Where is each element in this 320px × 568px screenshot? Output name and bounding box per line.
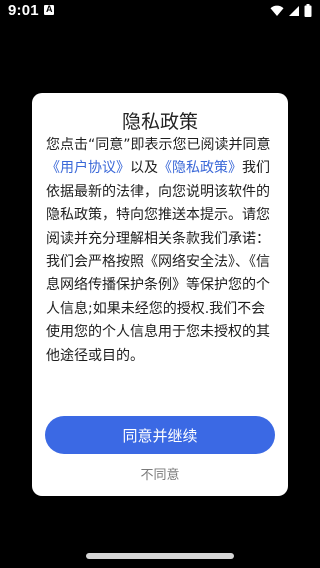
- status-time: 9:01: [8, 2, 39, 19]
- body-intro-text: 您点击“同意”即表示您已阅读并同意: [46, 137, 271, 153]
- navigation-handle[interactable]: [86, 553, 234, 559]
- notification-letter: A: [46, 4, 53, 14]
- user-agreement-link[interactable]: 《用户协议》: [46, 160, 130, 176]
- privacy-dialog: 隐私政策 您点击“同意”即表示您已阅读并同意《用户协议》以及《隐私政策》我们依据…: [32, 93, 288, 496]
- agree-button[interactable]: 同意并继续: [45, 416, 275, 454]
- privacy-policy-link[interactable]: 《隐私政策》: [158, 160, 242, 176]
- dialog-title: 隐私政策: [121, 111, 198, 133]
- wifi-icon: [270, 2, 284, 21]
- dialog-body: 您点击“同意”即表示您已阅读并同意《用户协议》以及《隐私政策》我们依据最新的法律…: [46, 134, 274, 368]
- battery-icon: [304, 2, 312, 21]
- status-bar: 9:01 A: [0, 0, 320, 24]
- body-commitment-text: 我们会严格按照《网络安全法》、《信息网络传播保护条例》等保护您的个人信息;如果未…: [46, 254, 270, 364]
- signal-icon: [288, 2, 300, 21]
- notification-icon: A: [44, 4, 54, 15]
- disagree-button[interactable]: 不同意: [110, 461, 210, 485]
- screen: 9:01 A 隐私政策 您点击“同意”即表示您已阅读并同意《用户协议》以及《隐私…: [0, 0, 320, 568]
- status-icons: [270, 2, 312, 21]
- body-and-text: 以及: [130, 160, 158, 177]
